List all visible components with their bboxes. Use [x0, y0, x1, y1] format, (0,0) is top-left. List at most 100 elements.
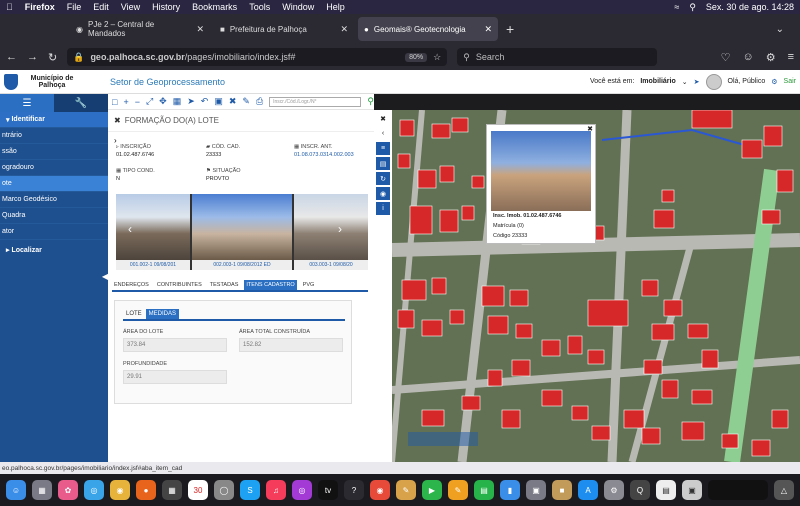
tab-itens-cadastro[interactable]: ITENS CADASTRO: [244, 280, 297, 290]
menu-view[interactable]: View: [121, 2, 140, 12]
extent-icon[interactable]: ▦: [173, 96, 182, 107]
inscr-ant-value[interactable]: 01.08.073.0314.002.003: [294, 152, 382, 158]
bookmark-star-icon[interactable]: ☆: [433, 52, 441, 63]
menu-window[interactable]: Window: [282, 2, 314, 12]
calculator-icon[interactable]: ▦: [162, 480, 182, 500]
tab-medidas[interactable]: MEDIDAS: [145, 309, 180, 319]
sidebar-item-marco-geodesico[interactable]: Marco Geodésico: [0, 192, 108, 208]
url-bar[interactable]: 🔒 geo.palhoca.sc.gov.br/pages/imobiliari…: [67, 48, 448, 66]
menu-edit[interactable]: Edit: [93, 2, 109, 12]
send-icon[interactable]: ➤: [694, 78, 700, 86]
disk-utility-icon[interactable]: ◯: [214, 480, 234, 500]
avatar[interactable]: [705, 73, 722, 90]
clear-icon[interactable]: ✖: [229, 96, 237, 107]
document-icon[interactable]: ▤: [656, 480, 676, 500]
expand-icon[interactable]: ⤢: [146, 96, 153, 107]
photo-carousel[interactable]: 001.002-1 09/08/201 002.003-1 09/08/2012…: [116, 194, 368, 270]
podcasts-icon[interactable]: ◎: [292, 480, 312, 500]
keynote-icon[interactable]: ▮: [500, 480, 520, 500]
tab-testadas[interactable]: TESTADAS: [208, 280, 241, 290]
user-greeting[interactable]: Olá, Público: [728, 78, 766, 85]
search-icon[interactable]: ⚲: [367, 96, 374, 107]
tab-close-icon[interactable]: ✕: [196, 24, 204, 35]
tab-prefeitura[interactable]: ■ Prefeitura de Palhoça ✕: [214, 17, 354, 41]
tab-close-icon[interactable]: ✕: [340, 24, 348, 35]
launchpad-icon[interactable]: ▦: [32, 480, 52, 500]
menu-file[interactable]: File: [67, 2, 82, 12]
back-icon[interactable]: ←: [6, 51, 17, 63]
menu-history[interactable]: History: [152, 2, 180, 12]
forward-icon[interactable]: →: [27, 51, 38, 63]
chrome-alt-icon[interactable]: ◉: [370, 480, 390, 500]
skype-icon[interactable]: S: [240, 480, 260, 500]
module-selector[interactable]: Imobiliário: [640, 78, 675, 85]
menu-app-name[interactable]: Firefox: [25, 2, 55, 12]
sidebar-item-quadra[interactable]: Quadra: [0, 208, 108, 224]
sidebar-localizar[interactable]: ▸ Localizar: [0, 242, 108, 258]
chevron-down-icon[interactable]: ⌄: [682, 78, 688, 86]
history-icon[interactable]: ↻: [376, 172, 390, 185]
tab-enderecos[interactable]: ENDEREÇOS: [112, 280, 151, 290]
tab-pje[interactable]: ◉ PJe 2 – Central de Mandados ✕: [70, 17, 210, 41]
sidebar-item-logradouro[interactable]: ogradouro: [0, 160, 108, 176]
camera-icon[interactable]: ◉: [376, 187, 390, 200]
tab-pvg[interactable]: PVG: [301, 280, 317, 290]
sidebar-item-sessao[interactable]: ssão: [0, 144, 108, 160]
numbers-icon[interactable]: ▤: [474, 480, 494, 500]
app-store-icon[interactable]: A: [578, 480, 598, 500]
account-icon[interactable]: ☺: [742, 51, 753, 64]
reload-icon[interactable]: ↻: [48, 51, 57, 64]
menu-tools[interactable]: Tools: [249, 2, 270, 12]
panel-expand-icon[interactable]: ›: [114, 136, 117, 145]
apple-menu-icon[interactable]: : [6, 2, 13, 12]
menu-icon[interactable]: ≡: [788, 51, 794, 64]
forward-arrow-icon[interactable]: ➤: [187, 96, 195, 107]
game-icon[interactable]: ■: [552, 480, 572, 500]
fullscreen-icon[interactable]: ▣: [214, 96, 223, 107]
sidebar-item-setor[interactable]: ator: [0, 224, 108, 240]
popup-close-icon[interactable]: ✖: [587, 125, 593, 133]
pan-icon[interactable]: ✥: [159, 96, 167, 107]
close-panel-icon[interactable]: ✖: [114, 116, 121, 125]
extensions-icon[interactable]: ⚙: [766, 51, 776, 64]
wifi-icon[interactable]: ≈: [674, 2, 679, 12]
zoom-out-icon[interactable]: −: [135, 97, 140, 107]
carousel-prev-icon[interactable]: ‹: [128, 222, 132, 236]
close-map-panel-icon[interactable]: ✖: [376, 112, 390, 125]
sair-link[interactable]: Sair: [784, 78, 796, 85]
minimized-window-icon[interactable]: [708, 480, 768, 500]
zoom-level[interactable]: 80%: [405, 52, 428, 62]
tab-list-chevron-icon[interactable]: ⌄: [776, 24, 784, 35]
pocket-icon[interactable]: ♡: [721, 51, 731, 64]
tab-contribuintes[interactable]: CONTRIBUINTES: [155, 280, 204, 290]
lote-search-input[interactable]: Inscr./Cód./Logr./N°: [269, 96, 362, 107]
preview-icon[interactable]: ▣: [682, 480, 702, 500]
sidebar-item-contrario[interactable]: ntrário: [0, 128, 108, 144]
undo-icon[interactable]: ↶: [201, 96, 209, 107]
brush-icon[interactable]: ✎: [396, 480, 416, 500]
pages-icon[interactable]: ✎: [448, 480, 468, 500]
music-icon[interactable]: ♫: [266, 480, 286, 500]
tab-geomais[interactable]: ● Geomais® Geotecnologia ✕: [358, 17, 498, 41]
legend-icon[interactable]: ▤: [376, 157, 390, 170]
zoom-in-icon[interactable]: +: [123, 97, 128, 107]
carousel-next-icon[interactable]: ›: [338, 222, 342, 236]
municipio-logo[interactable]: Município de Palhoça: [0, 70, 108, 94]
system-preferences-icon[interactable]: ⚙: [604, 480, 624, 500]
info-icon[interactable]: i: [376, 202, 390, 215]
tab-close-icon[interactable]: ✕: [484, 24, 492, 35]
layers-icon[interactable]: ☰: [0, 94, 54, 112]
apple-tv-icon[interactable]: tv: [318, 480, 338, 500]
calendar-icon[interactable]: 30: [188, 480, 208, 500]
tab-lote[interactable]: LOTE: [123, 309, 145, 319]
facetime-icon[interactable]: ▶: [422, 480, 442, 500]
screenshot-icon[interactable]: ▣: [526, 480, 546, 500]
popup-photo[interactable]: [491, 131, 591, 211]
search-bar[interactable]: ⚲ Search: [457, 48, 658, 66]
settings-gear-icon[interactable]: ⚙: [771, 78, 777, 86]
spotlight-icon[interactable]: ⚲: [689, 2, 696, 13]
menu-bookmarks[interactable]: Bookmarks: [192, 2, 237, 12]
select-box-icon[interactable]: □: [112, 97, 117, 107]
map-view[interactable]: [392, 110, 800, 462]
tools-wrench-icon[interactable]: 🔧: [54, 94, 108, 112]
